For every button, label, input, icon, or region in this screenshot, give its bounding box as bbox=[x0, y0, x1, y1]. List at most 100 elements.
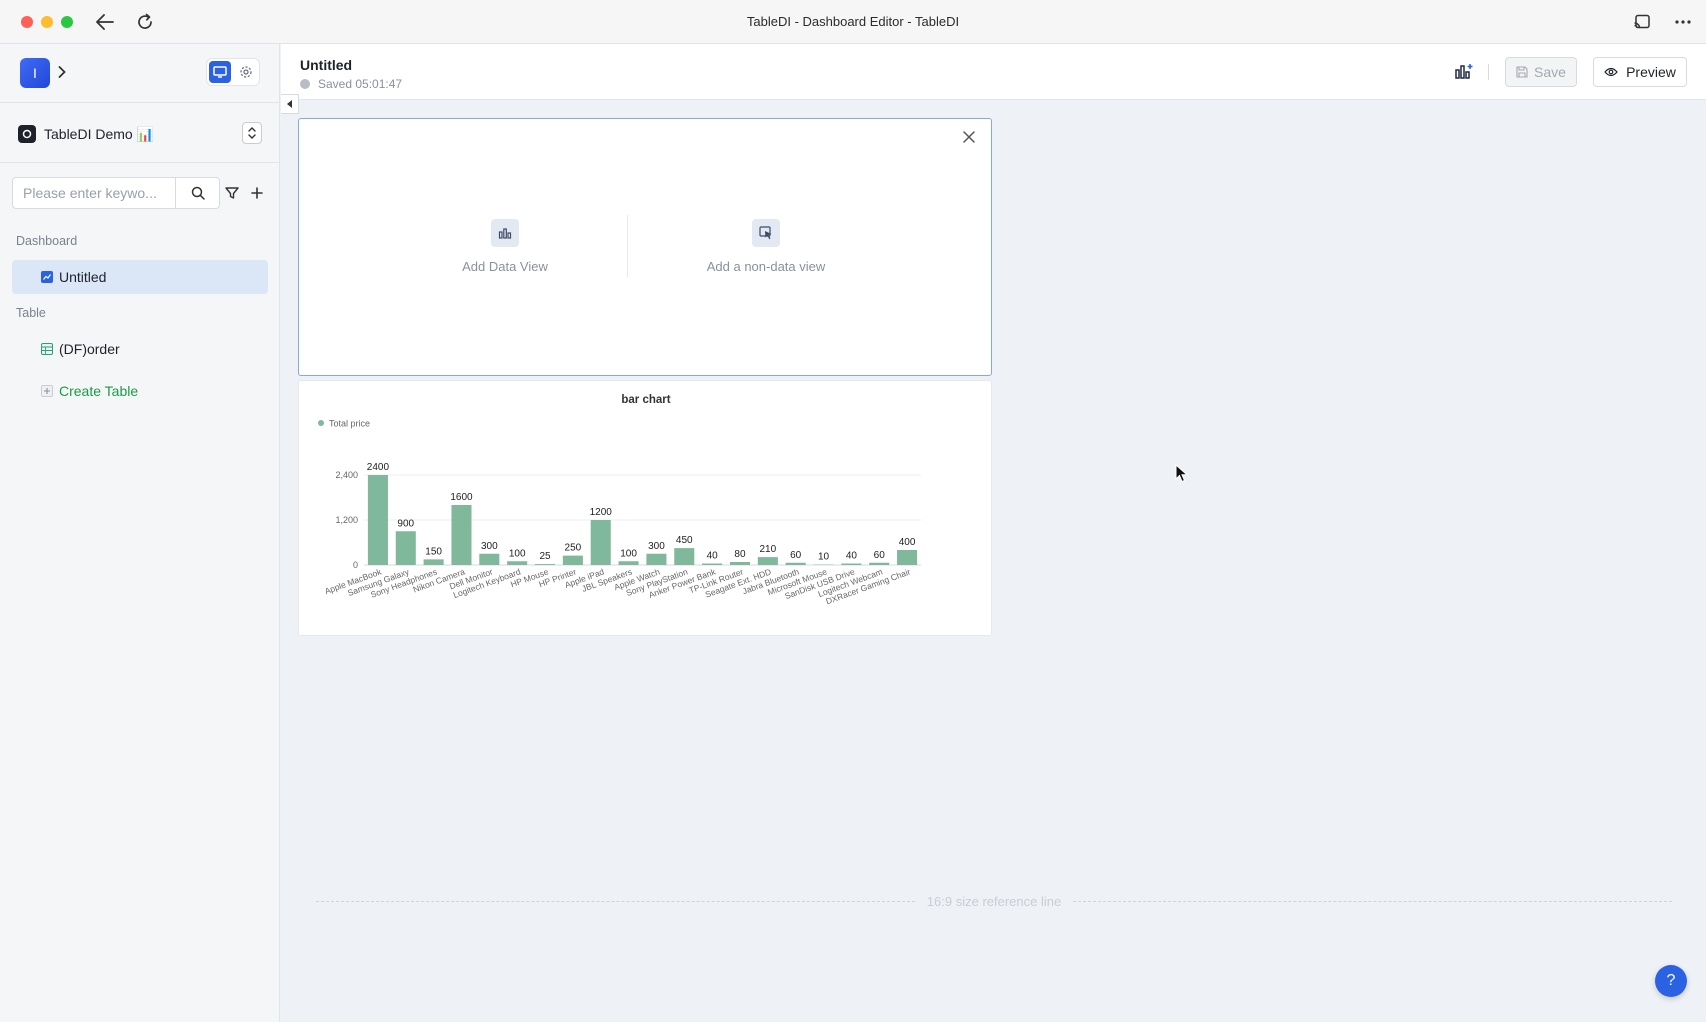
chevron-right-icon[interactable] bbox=[54, 62, 70, 82]
bar bbox=[479, 553, 500, 565]
back-arrow-icon[interactable] bbox=[93, 10, 117, 34]
bar-value-label: 210 bbox=[759, 544, 776, 555]
reference-dash-right bbox=[1073, 900, 1673, 902]
search-input[interactable] bbox=[13, 178, 175, 208]
app-logo[interactable]: I bbox=[20, 58, 50, 88]
mouse-cursor-icon bbox=[1175, 464, 1189, 483]
bar bbox=[534, 564, 556, 565]
bar-value-label: 250 bbox=[565, 543, 582, 554]
bar bbox=[729, 562, 751, 565]
bar bbox=[618, 561, 639, 565]
header-divider bbox=[1488, 64, 1489, 80]
legend-marker bbox=[318, 420, 324, 426]
close-icon[interactable] bbox=[961, 129, 977, 145]
plus-square-icon bbox=[41, 385, 53, 397]
reference-line-label: 16:9 size reference line bbox=[926, 893, 1062, 909]
eye-icon bbox=[1604, 67, 1618, 77]
y-tick-label: 0 bbox=[353, 560, 358, 570]
page-title[interactable]: Untitled bbox=[300, 57, 352, 73]
section-label-table: Table bbox=[16, 306, 46, 320]
window-minimize-button[interactable] bbox=[41, 16, 53, 28]
help-button[interactable]: ? bbox=[1655, 965, 1687, 997]
saved-time: Saved 05:01:47 bbox=[318, 77, 403, 91]
sidebar-item-untitled-dashboard[interactable]: Untitled bbox=[12, 260, 268, 294]
option-divider bbox=[627, 215, 628, 277]
more-icon[interactable] bbox=[1671, 10, 1695, 34]
updown-chevron-icon[interactable] bbox=[242, 122, 262, 144]
window-title: TableDI - Dashboard Editor - TableDI bbox=[746, 14, 960, 29]
bar bbox=[674, 548, 695, 565]
bar bbox=[646, 553, 667, 565]
bar-chart-svg: bar chartTotal price01,2002,4002400Apple… bbox=[318, 394, 921, 606]
reference-dash-left bbox=[316, 900, 915, 902]
bar-chart-icon bbox=[491, 219, 519, 247]
bar-chart-card[interactable]: bar chart Total price 0 1,200 2,400 2400 Apple… bbox=[298, 380, 992, 636]
settings-gear-icon[interactable] bbox=[235, 61, 257, 83]
project-selector[interactable]: TableDI Demo 📊 bbox=[18, 118, 262, 150]
mode-toggle bbox=[206, 58, 260, 86]
bar bbox=[897, 550, 918, 565]
preview-button[interactable]: Preview bbox=[1593, 57, 1687, 87]
bar-value-label: 25 bbox=[539, 551, 551, 562]
add-non-data-view-button[interactable]: Add a non-data view bbox=[666, 219, 866, 274]
sidebar-item-label: Untitled bbox=[59, 269, 107, 285]
search-box bbox=[12, 177, 220, 209]
filter-icon[interactable] bbox=[223, 184, 241, 202]
bar bbox=[590, 520, 611, 565]
bar-value-label: 900 bbox=[397, 518, 414, 529]
sidebar-item-df-order[interactable]: (DF)order bbox=[12, 332, 268, 366]
bar bbox=[785, 562, 806, 565]
reference-line: 16:9 size reference line bbox=[316, 892, 1673, 910]
bar-value-label: 80 bbox=[734, 549, 746, 560]
bar bbox=[451, 505, 472, 565]
save-label: Save bbox=[1534, 64, 1566, 80]
bar bbox=[562, 555, 583, 565]
cursor-box-icon bbox=[752, 219, 780, 247]
sidebar-divider bbox=[0, 162, 280, 163]
dashboard-chart-icon bbox=[41, 271, 53, 283]
bar-value-label: 60 bbox=[874, 550, 886, 561]
sidebar-item-label: (DF)order bbox=[59, 341, 120, 357]
bar-value-label: 40 bbox=[846, 551, 858, 562]
bar-value-label: 300 bbox=[481, 541, 498, 552]
bar-value-label: 100 bbox=[620, 548, 637, 559]
bar-value-label: 1200 bbox=[590, 507, 613, 518]
save-icon bbox=[1516, 66, 1528, 78]
add-view-card: Add Data View Add a non-data view bbox=[298, 118, 992, 376]
create-table-button[interactable]: Create Table bbox=[12, 374, 268, 408]
bar-value-label: 60 bbox=[790, 550, 802, 561]
bar bbox=[507, 561, 528, 565]
window-close-button[interactable] bbox=[21, 16, 33, 28]
cast-icon[interactable] bbox=[1630, 10, 1654, 34]
save-button[interactable]: Save bbox=[1505, 57, 1577, 87]
bar-value-label: 150 bbox=[425, 546, 442, 557]
add-icon[interactable] bbox=[248, 184, 266, 202]
add-chart-icon[interactable] bbox=[1453, 60, 1475, 82]
desktop-mode-icon[interactable] bbox=[209, 61, 231, 83]
bar bbox=[757, 557, 778, 565]
sidebar-divider bbox=[0, 102, 280, 103]
search-icon[interactable] bbox=[175, 178, 219, 208]
bar-value-label: 1600 bbox=[450, 492, 473, 503]
project-name: TableDI Demo 📊 bbox=[44, 125, 155, 142]
section-label-dashboard: Dashboard bbox=[16, 234, 78, 248]
sidebar: I TableDI Demo 📊 Dashboard Unti bbox=[0, 44, 280, 1022]
reload-icon[interactable] bbox=[133, 10, 157, 34]
bar bbox=[395, 531, 416, 565]
save-status: Saved 05:01:47 bbox=[300, 77, 402, 91]
editor-header: Untitled Saved 05:01:47 Save Preview bbox=[281, 44, 1706, 100]
bar-value-label: 450 bbox=[676, 535, 693, 546]
collapse-sidebar-icon[interactable] bbox=[281, 94, 299, 114]
add-data-view-button[interactable]: Add Data View bbox=[405, 219, 605, 274]
status-dot-icon bbox=[300, 79, 310, 89]
bar-value-label: 2400 bbox=[367, 462, 390, 473]
add-non-data-view-label: Add a non-data view bbox=[706, 259, 826, 274]
bar-value-label: 300 bbox=[648, 541, 665, 552]
y-tick-label: 1,200 bbox=[335, 515, 358, 525]
bar bbox=[423, 559, 444, 565]
create-table-label: Create Table bbox=[59, 383, 139, 399]
project-icon bbox=[18, 125, 36, 143]
window-maximize-button[interactable] bbox=[61, 16, 73, 28]
y-tick-label: 2,400 bbox=[335, 470, 358, 480]
bar bbox=[702, 563, 723, 565]
